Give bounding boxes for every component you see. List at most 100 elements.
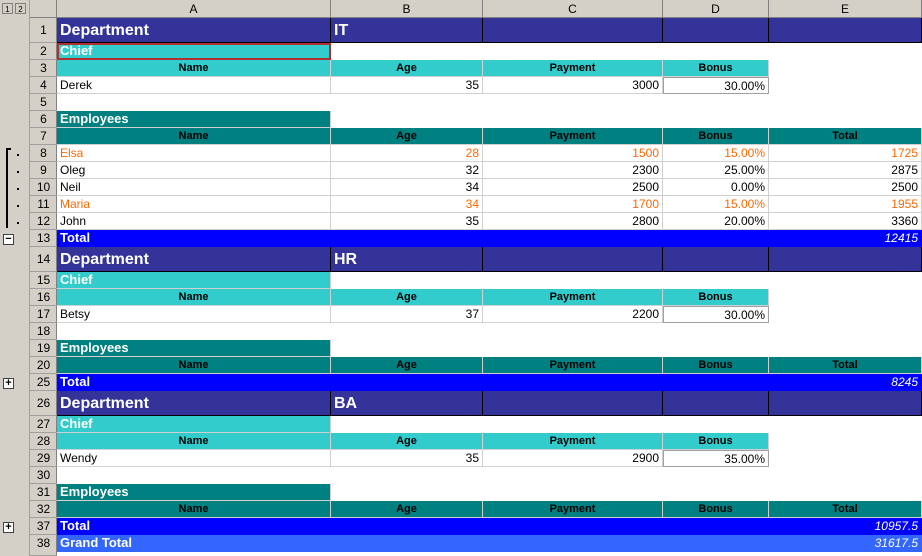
chief-label-cell[interactable]: Chief — [57, 272, 331, 289]
employee-age-cell[interactable]: 32 — [331, 162, 483, 179]
employee-total-cell[interactable]: 2500 — [769, 179, 922, 196]
total-header-cell[interactable]: Total — [769, 501, 922, 518]
cell[interactable] — [483, 391, 663, 416]
chief-payment-cell[interactable]: 2900 — [483, 450, 663, 467]
row-header[interactable]: 1 — [30, 18, 57, 43]
row-header[interactable]: 6 — [30, 111, 57, 128]
chief-label-cell[interactable]: Chief — [57, 416, 331, 433]
employee-name-cell[interactable]: Maria — [57, 196, 331, 213]
cell[interactable] — [663, 247, 769, 272]
row-header[interactable]: 3 — [30, 60, 57, 77]
department-label-cell[interactable]: Department — [57, 391, 331, 416]
department-label-cell[interactable]: Department — [57, 18, 331, 43]
name-header-cell[interactable]: Name — [57, 60, 331, 77]
grand-total-label[interactable]: Grand Total — [57, 535, 769, 552]
row-header[interactable]: 11 — [30, 196, 57, 213]
employee-total-cell[interactable]: 3360 — [769, 213, 922, 230]
employee-total-cell[interactable]: 1955 — [769, 196, 922, 213]
bonus-header-cell[interactable]: Bonus — [663, 433, 769, 450]
age-header-cell[interactable]: Age — [331, 433, 483, 450]
chief-name-cell[interactable]: Derek — [57, 77, 331, 94]
employee-bonus-cell[interactable]: 0.00% — [663, 179, 769, 196]
row-header[interactable]: 20 — [30, 357, 57, 374]
row-header[interactable]: 16 — [30, 289, 57, 306]
employee-bonus-cell[interactable]: 20.00% — [663, 213, 769, 230]
cell[interactable] — [769, 247, 922, 272]
row-header[interactable]: 12 — [30, 213, 57, 230]
department-code-cell[interactable]: BA — [331, 391, 483, 416]
department-total-label[interactable]: Total — [57, 230, 769, 247]
cell[interactable] — [483, 18, 663, 43]
employee-payment-cell[interactable]: 2500 — [483, 179, 663, 196]
row-header[interactable]: 13 — [30, 230, 57, 247]
department-code-cell[interactable]: IT — [331, 18, 483, 43]
chief-name-cell[interactable]: Betsy — [57, 306, 331, 323]
payment-header-cell[interactable]: Payment — [483, 501, 663, 518]
select-all-corner[interactable] — [30, 0, 57, 18]
employee-payment-cell[interactable]: 1700 — [483, 196, 663, 213]
department-total-value[interactable]: 10957.5 — [769, 518, 922, 535]
row-header[interactable]: 37 — [30, 518, 57, 535]
row-header[interactable]: 14 — [30, 247, 57, 272]
employees-label-cell[interactable]: Employees — [57, 111, 331, 128]
chief-age-cell[interactable]: 35 — [331, 450, 483, 467]
row-header[interactable]: 2 — [30, 43, 57, 60]
employee-payment-cell[interactable]: 2300 — [483, 162, 663, 179]
employee-total-cell[interactable]: 2875 — [769, 162, 922, 179]
row-header[interactable]: 26 — [30, 391, 57, 416]
employee-age-cell[interactable]: 34 — [331, 196, 483, 213]
chief-payment-cell[interactable]: 2200 — [483, 306, 663, 323]
expand-group-button[interactable]: + — [3, 378, 14, 389]
row-header[interactable]: 19 — [30, 340, 57, 357]
outline-level-2-button[interactable]: 2 — [15, 3, 26, 14]
row-header[interactable]: 17 — [30, 306, 57, 323]
chief-name-cell[interactable]: Wendy — [57, 450, 331, 467]
employee-bonus-cell[interactable]: 25.00% — [663, 162, 769, 179]
department-total-label[interactable]: Total — [57, 374, 769, 391]
row-header[interactable]: 32 — [30, 501, 57, 518]
department-label-cell[interactable]: Department — [57, 247, 331, 272]
row-header[interactable]: 38 — [30, 535, 57, 556]
payment-header-cell[interactable]: Payment — [483, 357, 663, 374]
row-header[interactable]: 27 — [30, 416, 57, 433]
department-total-value[interactable]: 8245 — [769, 374, 922, 391]
department-total-label[interactable]: Total — [57, 518, 769, 535]
row-header[interactable]: 8 — [30, 145, 57, 162]
employee-payment-cell[interactable]: 1500 — [483, 145, 663, 162]
bonus-header-cell[interactable]: Bonus — [663, 357, 769, 374]
column-header-b[interactable]: B — [331, 0, 483, 18]
employee-name-cell[interactable]: Elsa — [57, 145, 331, 162]
column-header-a[interactable]: A — [57, 0, 331, 18]
row-header[interactable]: 15 — [30, 272, 57, 289]
name-header-cell[interactable]: Name — [57, 433, 331, 450]
name-header-cell[interactable]: Name — [57, 357, 331, 374]
employee-age-cell[interactable]: 28 — [331, 145, 483, 162]
total-header-cell[interactable]: Total — [769, 128, 922, 145]
employee-bonus-cell[interactable]: 15.00% — [663, 196, 769, 213]
employee-name-cell[interactable]: John — [57, 213, 331, 230]
age-header-cell[interactable]: Age — [331, 357, 483, 374]
age-header-cell[interactable]: Age — [331, 60, 483, 77]
bonus-header-cell[interactable]: Bonus — [663, 128, 769, 145]
employee-name-cell[interactable]: Neil — [57, 179, 331, 196]
expand-group-button[interactable]: + — [3, 522, 14, 533]
payment-header-cell[interactable]: Payment — [483, 60, 663, 77]
payment-header-cell[interactable]: Payment — [483, 433, 663, 450]
row-header[interactable]: 5 — [30, 94, 57, 111]
chief-age-cell[interactable]: 35 — [331, 77, 483, 94]
payment-header-cell[interactable]: Payment — [483, 289, 663, 306]
name-header-cell[interactable]: Name — [57, 289, 331, 306]
name-header-cell[interactable]: Name — [57, 128, 331, 145]
column-header-e[interactable]: E — [769, 0, 922, 18]
row-header[interactable]: 28 — [30, 433, 57, 450]
age-header-cell[interactable]: Age — [331, 289, 483, 306]
chief-payment-cell[interactable]: 3000 — [483, 77, 663, 94]
bonus-header-cell[interactable]: Bonus — [663, 501, 769, 518]
employee-payment-cell[interactable]: 2800 — [483, 213, 663, 230]
chief-bonus-cell[interactable]: 30.00% — [663, 306, 769, 323]
department-total-value[interactable]: 12415 — [769, 230, 922, 247]
employee-age-cell[interactable]: 35 — [331, 213, 483, 230]
chief-bonus-cell[interactable]: 30.00% — [663, 77, 769, 94]
cell[interactable] — [663, 391, 769, 416]
chief-age-cell[interactable]: 37 — [331, 306, 483, 323]
